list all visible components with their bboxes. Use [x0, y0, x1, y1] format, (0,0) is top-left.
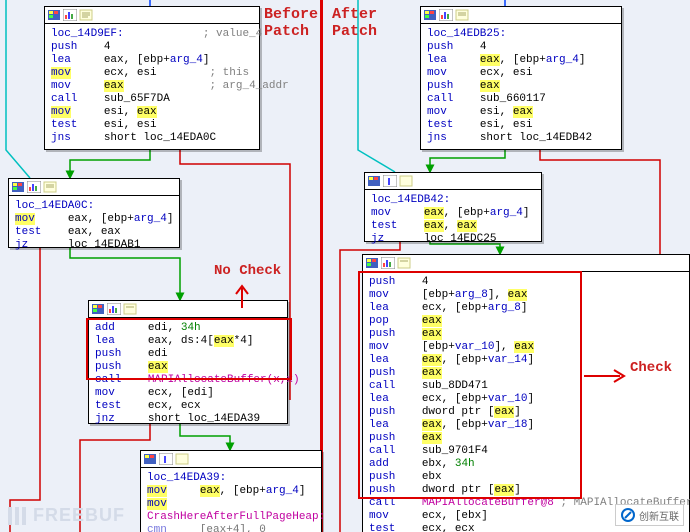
- header-after: AfterPatch: [332, 6, 377, 40]
- chart-icon[interactable]: [107, 303, 121, 315]
- chart-icon[interactable]: [63, 9, 77, 21]
- chart-icon[interactable]: [383, 175, 397, 187]
- note-nocheck: No Check: [214, 263, 281, 279]
- code: loc_14D9EF: ; value_4 push 4 lea eax, [e…: [45, 24, 259, 151]
- left-block-4: loc_14EDA39: mov eax, [ebp+arg_4] mov Cr…: [140, 450, 322, 532]
- chart-icon[interactable]: [381, 257, 395, 269]
- code: add edi, 34h lea eax, ds:4[eax*4] push e…: [89, 318, 287, 432]
- palette-icon[interactable]: [365, 257, 379, 269]
- palette-icon[interactable]: [47, 9, 61, 21]
- left-block-1: loc_14D9EF: ; value_4 push 4 lea eax, [e…: [44, 6, 260, 150]
- left-block-2: loc_14EDA0C: mov eax, [ebp+arg_4] test e…: [8, 178, 180, 248]
- chart-icon[interactable]: [159, 453, 173, 465]
- notes-icon[interactable]: [123, 303, 137, 315]
- palette-icon[interactable]: [91, 303, 105, 315]
- code: push 4 mov [ebp+arg_8], eax lea ecx, [eb…: [363, 272, 689, 532]
- notes-icon[interactable]: [455, 9, 469, 21]
- palette-icon[interactable]: [143, 453, 157, 465]
- arrow-up-icon: [232, 280, 252, 310]
- notes-icon[interactable]: [175, 453, 189, 465]
- palette-icon[interactable]: [11, 181, 25, 193]
- left-block-3: add edi, 34h lea eax, ds:4[eax*4] push e…: [88, 300, 288, 424]
- palette-icon[interactable]: [423, 9, 437, 21]
- chart-icon[interactable]: [439, 9, 453, 21]
- code: loc_14EDA39: mov eax, [ebp+arg_4] mov Cr…: [141, 468, 321, 532]
- badge: 创新互联: [615, 504, 684, 526]
- header-before: BeforePatch: [264, 6, 318, 40]
- chart-icon[interactable]: [27, 181, 41, 193]
- right-block-2: loc_14EDB42: mov eax, [ebp+arg_4] test e…: [364, 172, 542, 242]
- notes-icon[interactable]: [79, 9, 93, 21]
- code: loc_14EDB25: push 4 lea eax, [ebp+arg_4]…: [421, 24, 621, 151]
- code: loc_14EDB42: mov eax, [ebp+arg_4] test e…: [365, 190, 541, 252]
- notes-icon[interactable]: [43, 181, 57, 193]
- toolbar: [45, 7, 259, 24]
- palette-icon[interactable]: [367, 175, 381, 187]
- right-block-3: push 4 mov [ebp+arg_8], eax lea ecx, [eb…: [362, 254, 690, 532]
- notes-icon[interactable]: [399, 175, 413, 187]
- watermark: FREEBUF: [8, 505, 125, 526]
- code: loc_14EDA0C: mov eax, [ebp+arg_4] test e…: [9, 196, 179, 258]
- note-check: Check: [630, 360, 672, 376]
- right-block-1: loc_14EDB25: push 4 lea eax, [ebp+arg_4]…: [420, 6, 622, 150]
- notes-icon[interactable]: [397, 257, 411, 269]
- arrow-right-icon: [582, 366, 628, 386]
